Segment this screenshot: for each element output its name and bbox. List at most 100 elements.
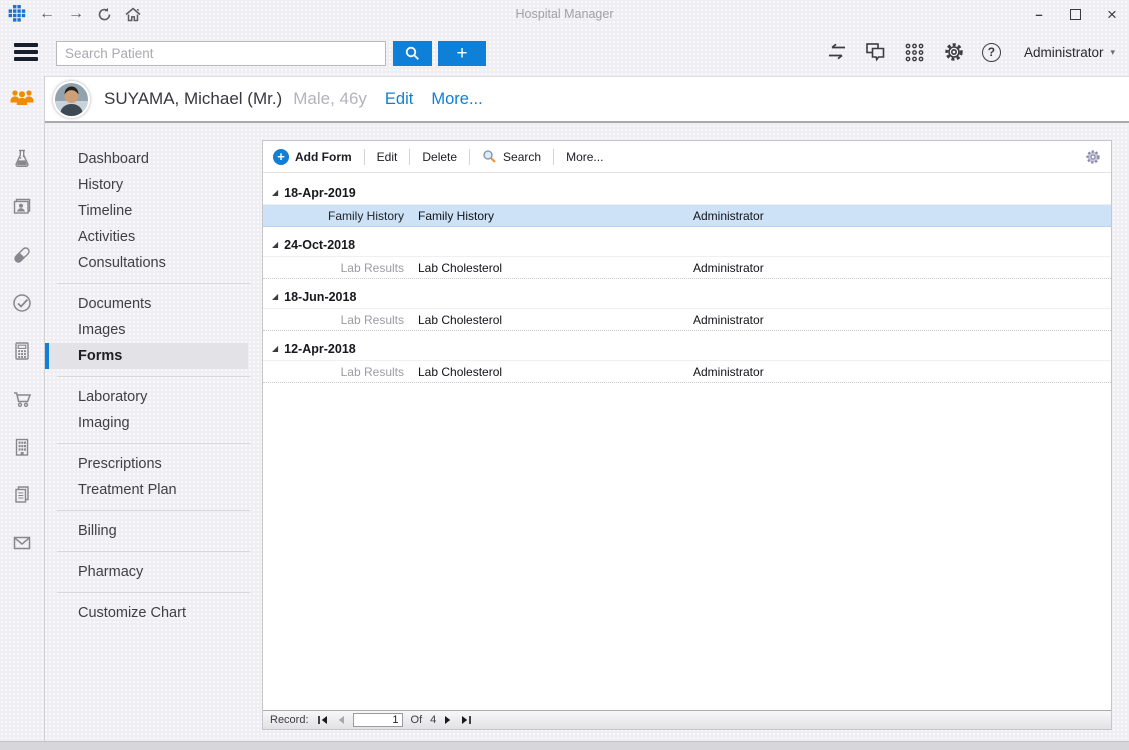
search-button[interactable] <box>393 41 432 66</box>
sidebar-item-prescriptions[interactable]: Prescriptions <box>45 451 248 477</box>
record-group: ◢ 12-Apr-2018 Lab Results Lab Cholestero… <box>263 337 1111 383</box>
patients-people-icon[interactable] <box>0 88 44 106</box>
edit-button[interactable]: Edit <box>367 150 408 164</box>
nav-divider <box>57 510 250 511</box>
record-navigator: Record: Of 4 <box>263 710 1111 729</box>
sidebar-item-treatment-plan[interactable]: Treatment Plan <box>45 477 248 503</box>
group-date: 18-Apr-2019 <box>284 186 356 200</box>
record-row[interactable]: Lab Results Lab Cholesterol Administrato… <box>263 309 1111 331</box>
record-user: Administrator <box>693 313 764 327</box>
collapse-triangle-icon: ◢ <box>272 345 278 353</box>
sidebar-item-documents[interactable]: Documents <box>45 291 248 317</box>
lab-flask-icon[interactable] <box>11 148 33 170</box>
sidebar-item-activities[interactable]: Activities <box>45 224 248 250</box>
patient-nav-menu: Dashboard History Timeline Activities Co… <box>45 123 262 750</box>
settings-gear-icon[interactable] <box>943 41 965 63</box>
record-group: ◢ 24-Oct-2018 Lab Results Lab Cholestero… <box>263 233 1111 279</box>
sidebar-item-dashboard[interactable]: Dashboard <box>45 146 248 172</box>
group-date: 24-Oct-2018 <box>284 238 355 252</box>
magnifier-icon <box>482 149 497 164</box>
pill-icon[interactable] <box>11 244 33 266</box>
apps-grid-icon[interactable] <box>904 41 926 63</box>
record-group: ◢ 18-Apr-2019 Family History Family Hist… <box>263 181 1111 227</box>
record-of-label: Of <box>411 714 423 726</box>
record-group: ◢ 18-Jun-2018 Lab Results Lab Cholestero… <box>263 285 1111 331</box>
toolbar-separator <box>409 149 410 165</box>
minimize-button[interactable]: – <box>1032 8 1046 21</box>
icon-rail <box>0 76 45 750</box>
record-title: Lab Cholesterol <box>418 261 502 275</box>
patient-images-icon[interactable] <box>11 196 33 218</box>
group-date: 18-Jun-2018 <box>284 290 356 304</box>
record-title: Lab Cholesterol <box>418 313 502 327</box>
add-patient-button[interactable]: + <box>438 41 486 66</box>
record-user: Administrator <box>693 209 764 223</box>
menu-hamburger-icon[interactable] <box>14 43 38 61</box>
transfer-arrows-icon[interactable] <box>826 41 848 63</box>
forms-record-list: ◢ 18-Apr-2019 Family History Family Hist… <box>263 173 1111 383</box>
patient-more-link[interactable]: More... <box>431 90 482 109</box>
group-header[interactable]: ◢ 24-Oct-2018 <box>263 233 1111 257</box>
search-form-button[interactable]: Search <box>472 149 551 164</box>
record-title: Family History <box>418 209 494 223</box>
record-row[interactable]: Family History Family History Administra… <box>263 205 1111 227</box>
sidebar-item-images[interactable]: Images <box>45 317 248 343</box>
first-record-icon[interactable] <box>317 715 328 725</box>
sidebar-item-laboratory[interactable]: Laboratory <box>45 384 248 410</box>
documents-icon[interactable] <box>11 484 33 506</box>
sidebar-item-forms[interactable]: Forms <box>45 343 248 369</box>
calculator-icon[interactable] <box>11 340 33 362</box>
panel-settings-gear-icon[interactable] <box>1085 149 1101 165</box>
group-header[interactable]: ◢ 12-Apr-2018 <box>263 337 1111 361</box>
last-record-icon[interactable] <box>461 715 472 725</box>
sidebar-item-imaging[interactable]: Imaging <box>45 410 248 436</box>
record-row[interactable]: Lab Results Lab Cholesterol Administrato… <box>263 361 1111 383</box>
patient-search-input[interactable] <box>56 41 386 66</box>
help-icon[interactable]: ? <box>982 43 1001 62</box>
window-bottom-strip <box>0 741 1129 750</box>
search-icon <box>404 45 421 62</box>
delete-button[interactable]: Delete <box>412 150 467 164</box>
sidebar-item-pharmacy[interactable]: Pharmacy <box>45 559 248 585</box>
sidebar-item-billing[interactable]: Billing <box>45 518 248 544</box>
messages-icon[interactable] <box>865 41 887 63</box>
maximize-button[interactable] <box>1070 9 1081 20</box>
nav-divider <box>57 376 250 377</box>
patient-edit-link[interactable]: Edit <box>385 90 413 109</box>
next-record-icon[interactable] <box>444 715 453 725</box>
sidebar-item-customize-chart[interactable]: Customize Chart <box>45 600 248 626</box>
mail-icon[interactable] <box>11 532 33 554</box>
record-number-input[interactable] <box>353 713 403 727</box>
record-label: Record: <box>270 714 309 726</box>
tasks-check-icon[interactable] <box>11 292 33 314</box>
group-header[interactable]: ◢ 18-Jun-2018 <box>263 285 1111 309</box>
record-type: Lab Results <box>263 365 404 379</box>
toolbar-separator <box>469 149 470 165</box>
add-form-button[interactable]: + Add Form <box>271 149 362 165</box>
user-name: Administrator <box>1024 45 1104 60</box>
patient-header-bar: SUYAMA, Michael (Mr.) Male, 46y Edit Mor… <box>45 76 1129 123</box>
patient-demographics: Male, 46y <box>293 89 367 109</box>
patient-avatar[interactable] <box>53 81 90 118</box>
previous-record-icon[interactable] <box>336 715 345 725</box>
record-title: Lab Cholesterol <box>418 365 502 379</box>
user-menu[interactable]: Administrator ▾ <box>1024 45 1115 60</box>
more-button[interactable]: More... <box>556 150 613 164</box>
group-header[interactable]: ◢ 18-Apr-2019 <box>263 181 1111 205</box>
collapse-triangle-icon: ◢ <box>272 241 278 249</box>
nav-divider <box>57 551 250 552</box>
add-plus-icon: + <box>273 149 289 165</box>
close-button[interactable]: × <box>1105 6 1119 23</box>
sidebar-item-history[interactable]: History <box>45 172 248 198</box>
forms-toolbar: + Add Form Edit Delete Search More... <box>263 141 1111 173</box>
record-user: Administrator <box>693 365 764 379</box>
record-row[interactable]: Lab Results Lab Cholesterol Administrato… <box>263 257 1111 279</box>
cart-icon[interactable] <box>11 388 33 410</box>
collapse-triangle-icon: ◢ <box>272 293 278 301</box>
toolbar-separator <box>364 149 365 165</box>
record-type: Family History <box>263 209 404 223</box>
sidebar-item-consultations[interactable]: Consultations <box>45 250 248 276</box>
record-user: Administrator <box>693 261 764 275</box>
hospital-building-icon[interactable] <box>11 436 33 458</box>
sidebar-item-timeline[interactable]: Timeline <box>45 198 248 224</box>
